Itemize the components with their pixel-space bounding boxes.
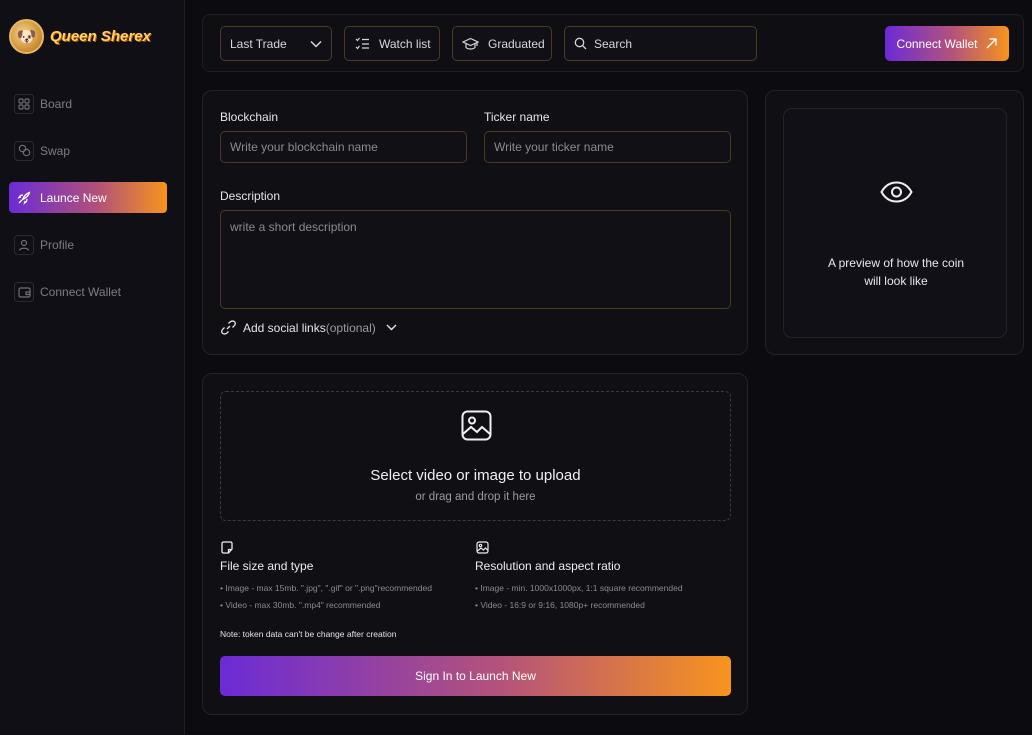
sort-select[interactable]: Last Trade [220, 26, 332, 61]
rocket-icon [14, 188, 34, 208]
sidebar-item-board[interactable]: Board [9, 88, 167, 119]
file-size-title: File size and type [220, 559, 314, 573]
sidebar-item-label: Board [40, 96, 73, 111]
image-icon [461, 410, 492, 441]
connect-wallet-button[interactable]: Connect Wallet [885, 26, 1009, 61]
brand-name: Queen Sherex [50, 28, 151, 45]
add-social-links-toggle[interactable]: Add social links (optional) [221, 320, 397, 335]
token-details-panel: Blockchain Write your blockchain name Ti… [202, 90, 748, 355]
launch-button-label: Sign In to Launch New [415, 669, 536, 683]
sidebar-item-launce-new[interactable]: Launce New [9, 182, 167, 213]
coin-preview-panel: A preview of how the coin will look like [765, 90, 1024, 355]
description-placeholder: write a short description [230, 220, 357, 234]
sidebar-item-label: Connect Wallet [40, 284, 121, 299]
sidebar-item-label: Profile [40, 237, 75, 252]
chevron-down-icon [386, 324, 397, 331]
link-icon [221, 320, 236, 335]
upload-subtitle: or drag and drop it here [415, 491, 536, 503]
app-root: 🐶 Queen Sherex Board Swap Launce New Pro… [0, 0, 1032, 735]
coin-preview-card: A preview of how the coin will look like [783, 108, 1007, 338]
social-links-label: Add social links [243, 320, 326, 335]
ticker-label: Ticker name [484, 110, 550, 124]
sidebar-item-profile[interactable]: Profile [9, 229, 167, 260]
graduation-cap-icon [462, 37, 479, 50]
blockchain-input[interactable]: Write your blockchain name [220, 131, 467, 163]
user-icon [14, 234, 34, 255]
search-icon [574, 37, 587, 50]
eye-icon [880, 181, 913, 203]
sidebar-item-connect-wallet[interactable]: Connect Wallet [9, 276, 167, 307]
chevron-down-icon [310, 40, 322, 48]
dog-avatar-icon: 🐶 [9, 19, 44, 54]
blockchain-label: Blockchain [220, 110, 279, 124]
brand-logo[interactable]: 🐶 Queen Sherex [9, 19, 151, 54]
top-bar: Last Trade Watch list Graduated Search C… [202, 14, 1024, 72]
resolution-line: • Video - 16:9 or 9:16, 1080p+ recommend… [475, 600, 645, 610]
graduated-label: Graduated [488, 36, 545, 51]
creation-note: Note: token data can't be change after c… [220, 629, 397, 639]
upload-title: Select video or image to upload [370, 467, 581, 484]
search-input[interactable]: Search [564, 26, 757, 61]
sidebar-item-label: Launce New [40, 190, 107, 205]
search-placeholder: Search [594, 36, 633, 51]
upload-dropzone[interactable]: Select video or image to upload or drag … [220, 391, 731, 521]
preview-caption-line1: A preview of how the coin [827, 256, 965, 270]
picture-icon [476, 541, 489, 554]
social-links-optional: (optional) [325, 320, 376, 335]
grid-icon [14, 93, 34, 114]
preview-caption-line2: will look like [864, 274, 928, 288]
wallet-icon [14, 281, 34, 302]
list-icon [355, 37, 369, 49]
sign-in-launch-button[interactable]: Sign In to Launch New [220, 656, 731, 696]
graduated-button[interactable]: Graduated [452, 26, 552, 61]
description-textarea[interactable]: write a short description [220, 210, 731, 309]
sort-select-value: Last Trade [230, 36, 287, 51]
description-label: Description [220, 189, 281, 203]
sidebar: 🐶 Queen Sherex Board Swap Launce New Pro… [0, 0, 185, 735]
watchlist-button[interactable]: Watch list [344, 26, 440, 61]
ticker-placeholder: Write your ticker name [494, 140, 614, 154]
media-upload-panel: Select video or image to upload or drag … [202, 373, 748, 715]
connect-wallet-label: Connect Wallet [896, 36, 978, 51]
watchlist-label: Watch list [379, 36, 431, 51]
ticker-input[interactable]: Write your ticker name [484, 131, 731, 163]
resolution-title: Resolution and aspect ratio [475, 559, 621, 573]
arrow-up-right-icon [987, 38, 998, 49]
swap-icon [14, 140, 34, 161]
sidebar-item-swap[interactable]: Swap [9, 135, 167, 166]
preview-caption: A preview of how the coin will look like [784, 254, 1008, 290]
sidebar-item-label: Swap [40, 143, 71, 158]
file-size-line: • Video - max 30mb. ".mp4" recommended [220, 600, 381, 610]
file-icon [221, 541, 233, 554]
file-size-line: • Image - max 15mb. ".jpg", ".gif" or ".… [220, 583, 432, 593]
sidebar-nav: Board Swap Launce New Profile Connect Wa… [9, 88, 167, 323]
resolution-line: • Image - min. 1000x1000px, 1:1 square r… [475, 583, 683, 593]
blockchain-placeholder: Write your blockchain name [230, 140, 378, 154]
